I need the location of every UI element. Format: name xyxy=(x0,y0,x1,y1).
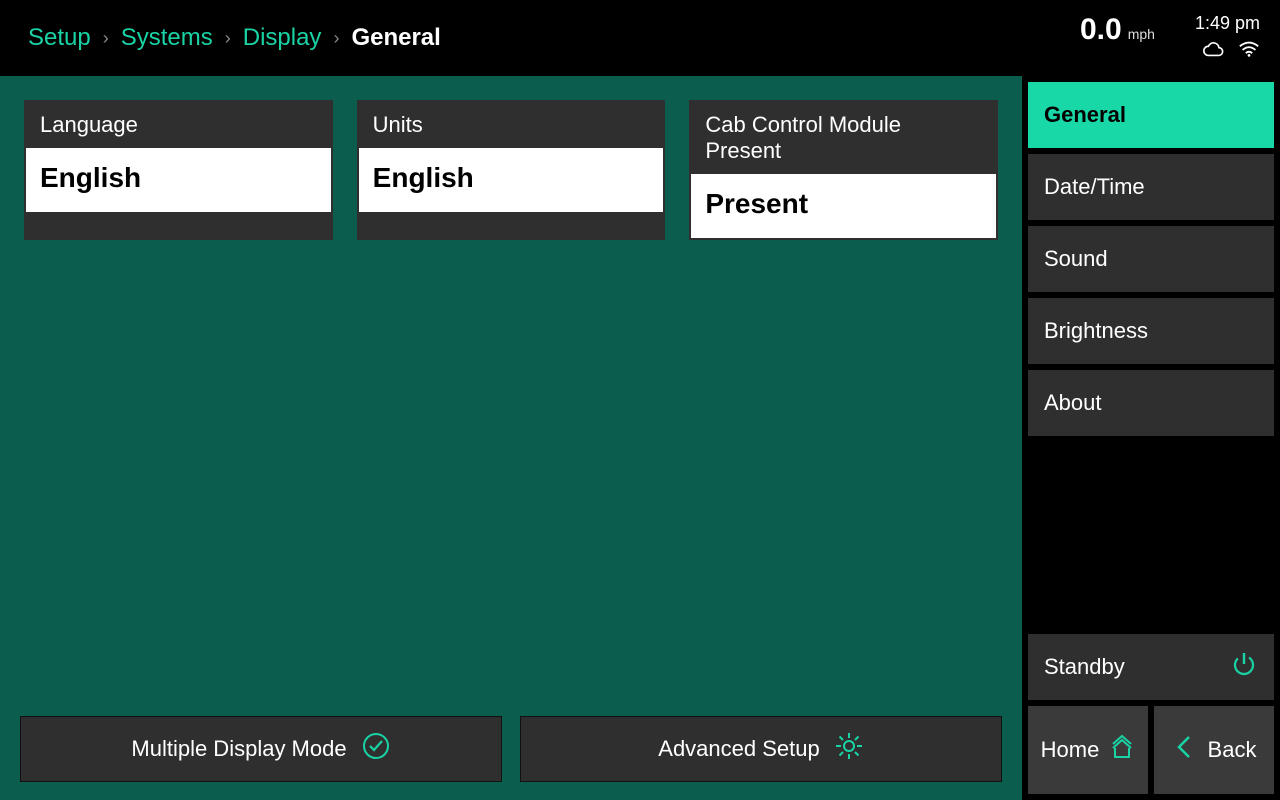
advanced-setup-button[interactable]: Advanced Setup xyxy=(520,716,1002,782)
language-card[interactable]: Language English xyxy=(24,100,333,240)
card-value: English xyxy=(359,148,664,212)
card-value: Present xyxy=(691,174,996,238)
cab-control-card[interactable]: Cab Control Module Present Present xyxy=(689,100,998,240)
home-button[interactable]: Home xyxy=(1028,706,1148,794)
chevron-left-icon xyxy=(1172,734,1198,766)
home-label: Home xyxy=(1041,737,1100,763)
speed-unit: mph xyxy=(1128,26,1155,42)
back-button[interactable]: Back xyxy=(1154,706,1274,794)
breadcrumb-current: General xyxy=(351,24,440,52)
multiple-display-mode-button[interactable]: Multiple Display Mode xyxy=(20,716,502,782)
power-icon xyxy=(1230,650,1258,684)
standby-button[interactable]: Standby xyxy=(1028,634,1274,700)
wifi-icon xyxy=(1238,40,1260,63)
cloud-icon xyxy=(1202,40,1224,63)
sidebar-item-about[interactable]: About xyxy=(1028,370,1274,436)
card-label: Units xyxy=(359,102,664,148)
button-label: Advanced Setup xyxy=(658,736,819,762)
chevron-right-icon: › xyxy=(333,28,339,49)
home-icon xyxy=(1109,734,1135,766)
breadcrumb-systems[interactable]: Systems xyxy=(121,24,213,52)
top-bar: Setup › Systems › Display › General 0.0 … xyxy=(0,0,1280,76)
main-panel: Language English Units English Cab Contr… xyxy=(0,76,1022,800)
chevron-right-icon: › xyxy=(103,28,109,49)
sidebar-item-brightness[interactable]: Brightness xyxy=(1028,298,1274,364)
card-value: English xyxy=(26,148,331,212)
breadcrumb-setup[interactable]: Setup xyxy=(28,24,91,52)
gear-icon xyxy=(834,731,864,767)
card-label: Cab Control Module Present xyxy=(691,102,996,174)
standby-label: Standby xyxy=(1044,654,1125,680)
check-circle-icon xyxy=(361,731,391,767)
back-label: Back xyxy=(1208,737,1257,763)
status-area: 0.0 mph 1:49 pm xyxy=(1080,13,1260,63)
card-label: Language xyxy=(26,102,331,148)
speed-indicator: 0.0 mph xyxy=(1080,13,1155,47)
sidebar-item-general[interactable]: General xyxy=(1028,82,1274,148)
speed-value: 0.0 xyxy=(1080,13,1122,47)
chevron-right-icon: › xyxy=(225,28,231,49)
units-card[interactable]: Units English xyxy=(357,100,666,240)
button-label: Multiple Display Mode xyxy=(131,736,346,762)
sidebar-item-datetime[interactable]: Date/Time xyxy=(1028,154,1274,220)
clock: 1:49 pm xyxy=(1195,13,1260,34)
breadcrumb-display[interactable]: Display xyxy=(243,24,322,52)
sidebar: General Date/Time Sound Brightness About… xyxy=(1022,76,1280,800)
sidebar-item-sound[interactable]: Sound xyxy=(1028,226,1274,292)
breadcrumb: Setup › Systems › Display › General xyxy=(28,24,441,52)
